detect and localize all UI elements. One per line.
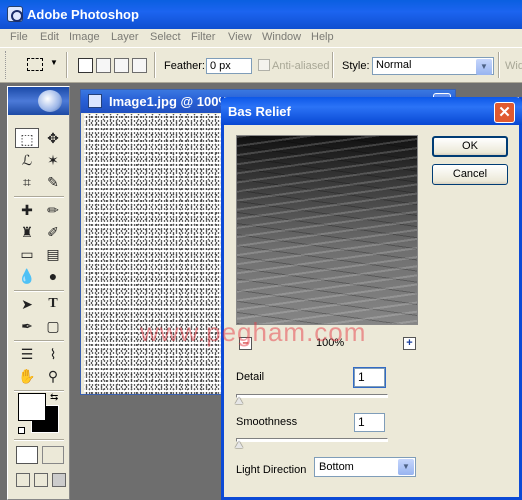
blur-tool-icon[interactable]: 💧 (15, 266, 39, 286)
detail-slider-track[interactable] (236, 394, 388, 398)
feather-input[interactable]: 0 px (206, 58, 252, 74)
anti-aliased-label: Anti-aliased (272, 60, 330, 72)
menu-help[interactable]: Help (311, 31, 334, 43)
intersect-selection-icon[interactable] (132, 58, 147, 73)
foreground-color-swatch[interactable] (18, 393, 46, 421)
dialog-title: Bas Relief (228, 104, 291, 119)
screen-mode-standard-icon[interactable] (16, 473, 30, 487)
light-direction-select[interactable]: Bottom ▼ (314, 457, 416, 477)
zoom-in-button[interactable]: + (403, 337, 416, 350)
feather-label: Feather: (164, 60, 205, 72)
menu-file[interactable]: File (10, 31, 28, 43)
shape-tool-icon[interactable]: ▢ (41, 316, 65, 336)
add-selection-icon[interactable] (96, 58, 111, 73)
healing-brush-icon[interactable]: ✚ (15, 200, 39, 220)
anti-aliased-checkbox[interactable] (258, 59, 270, 71)
width-label: Wid (505, 60, 522, 72)
separator (154, 52, 156, 78)
style-label: Style: (342, 60, 370, 72)
dialog-title-bar[interactable]: Bas Relief ✕ (221, 97, 522, 125)
smoothness-slider-thumb[interactable] (235, 441, 243, 448)
menu-layer[interactable]: Layer (111, 31, 139, 43)
marquee-tool-icon[interactable]: ⬚ (15, 128, 39, 148)
eye-logo-icon[interactable] (38, 90, 62, 112)
detail-label: Detail (236, 371, 265, 383)
chevron-down-icon[interactable]: ▼ (398, 459, 414, 475)
toolbox-separator (14, 340, 64, 342)
detail-input[interactable]: 1 (353, 367, 386, 388)
swap-colors-icon[interactable]: ⇆ (50, 392, 58, 403)
toolbox-separator (14, 196, 64, 198)
slice-tool-icon[interactable]: ✎ (41, 172, 65, 192)
image-window-title: Image1.jpg @ 100% (109, 94, 231, 109)
options-bar: ▼ Feather: 0 px Anti-aliased Style: Norm… (0, 47, 522, 83)
magic-wand-icon[interactable]: ✶ (41, 150, 65, 170)
menu-select[interactable]: Select (150, 31, 181, 43)
style-select[interactable]: Normal ▼ (372, 57, 494, 75)
gradient-tool-icon[interactable]: ▤ (41, 244, 65, 264)
close-icon[interactable]: ✕ (494, 102, 515, 123)
photoshop-icon (7, 6, 23, 22)
ok-button[interactable]: OK (432, 136, 508, 157)
light-direction-value: Bottom (319, 461, 354, 473)
cancel-button[interactable]: Cancel (432, 164, 508, 185)
toolbox-separator (14, 439, 64, 441)
eraser-tool-icon[interactable]: ▭ (15, 244, 39, 264)
screen-mode-menubar-icon[interactable] (34, 473, 48, 487)
light-direction-label: Light Direction (236, 464, 307, 476)
menu-bar: File Edit Image Layer Select Filter View… (0, 29, 522, 47)
history-brush-icon[interactable]: ✐ (41, 222, 65, 242)
menu-filter[interactable]: Filter (191, 31, 215, 43)
path-selection-icon[interactable]: ➤ (15, 294, 39, 314)
smoothness-input[interactable]: 1 (354, 413, 385, 432)
chevron-down-icon[interactable]: ▼ (476, 59, 492, 75)
screen-mode-full-icon[interactable] (52, 473, 66, 487)
separator (332, 52, 334, 78)
notes-tool-icon[interactable]: ☰ (15, 344, 39, 364)
smoothness-slider-track[interactable] (236, 438, 388, 442)
app-title: Adobe Photoshop (27, 7, 139, 22)
menu-window[interactable]: Window (262, 31, 301, 43)
menu-view[interactable]: View (228, 31, 252, 43)
menu-edit[interactable]: Edit (40, 31, 59, 43)
filter-preview[interactable] (236, 135, 418, 325)
watermark: www.pegham.com (140, 317, 367, 347)
app-title-bar: Adobe Photoshop (0, 0, 522, 29)
toolbox-separator (14, 290, 64, 292)
tool-preset-arrow-icon[interactable]: ▼ (50, 58, 58, 67)
hand-tool-icon[interactable]: ✋ (15, 366, 39, 386)
options-grip[interactable] (5, 51, 8, 79)
bas-relief-dialog: Bas Relief ✕ OK Cancel – 100% + Detail 1… (221, 97, 522, 500)
eyedropper-icon[interactable]: ⌇ (41, 344, 65, 364)
quick-mask-icon[interactable] (42, 446, 64, 464)
new-selection-icon[interactable] (78, 58, 93, 73)
document-icon (88, 94, 102, 108)
style-value: Normal (376, 59, 412, 71)
standard-mode-icon[interactable] (16, 446, 38, 464)
separator (66, 52, 68, 78)
brush-tool-icon[interactable]: ✏ (41, 200, 65, 220)
lasso-tool-icon[interactable]: ℒ (15, 150, 39, 170)
crop-tool-icon[interactable]: ⌗ (15, 172, 39, 192)
pen-tool-icon[interactable]: ✒ (15, 316, 39, 336)
default-colors-icon[interactable] (18, 427, 25, 434)
smoothness-label: Smoothness (236, 416, 298, 428)
separator (498, 52, 500, 78)
toolbox-header[interactable] (8, 87, 69, 115)
detail-slider-thumb[interactable] (235, 397, 243, 404)
move-tool-icon[interactable]: ✥ (41, 128, 65, 148)
subtract-selection-icon[interactable] (114, 58, 129, 73)
type-tool-icon[interactable]: T (41, 294, 65, 314)
marquee-icon[interactable] (27, 58, 43, 71)
dodge-tool-icon[interactable]: ● (41, 266, 65, 286)
menu-image[interactable]: Image (69, 31, 100, 43)
zoom-tool-icon[interactable]: ⚲ (41, 366, 65, 386)
toolbox: ⬚ ✥ ℒ ✶ ⌗ ✎ ✚ ✏ ♜ ✐ ▭ ▤ 💧 ● ➤ T ✒ ▢ ☰ ⌇ … (7, 86, 70, 500)
clone-stamp-icon[interactable]: ♜ (15, 222, 39, 242)
